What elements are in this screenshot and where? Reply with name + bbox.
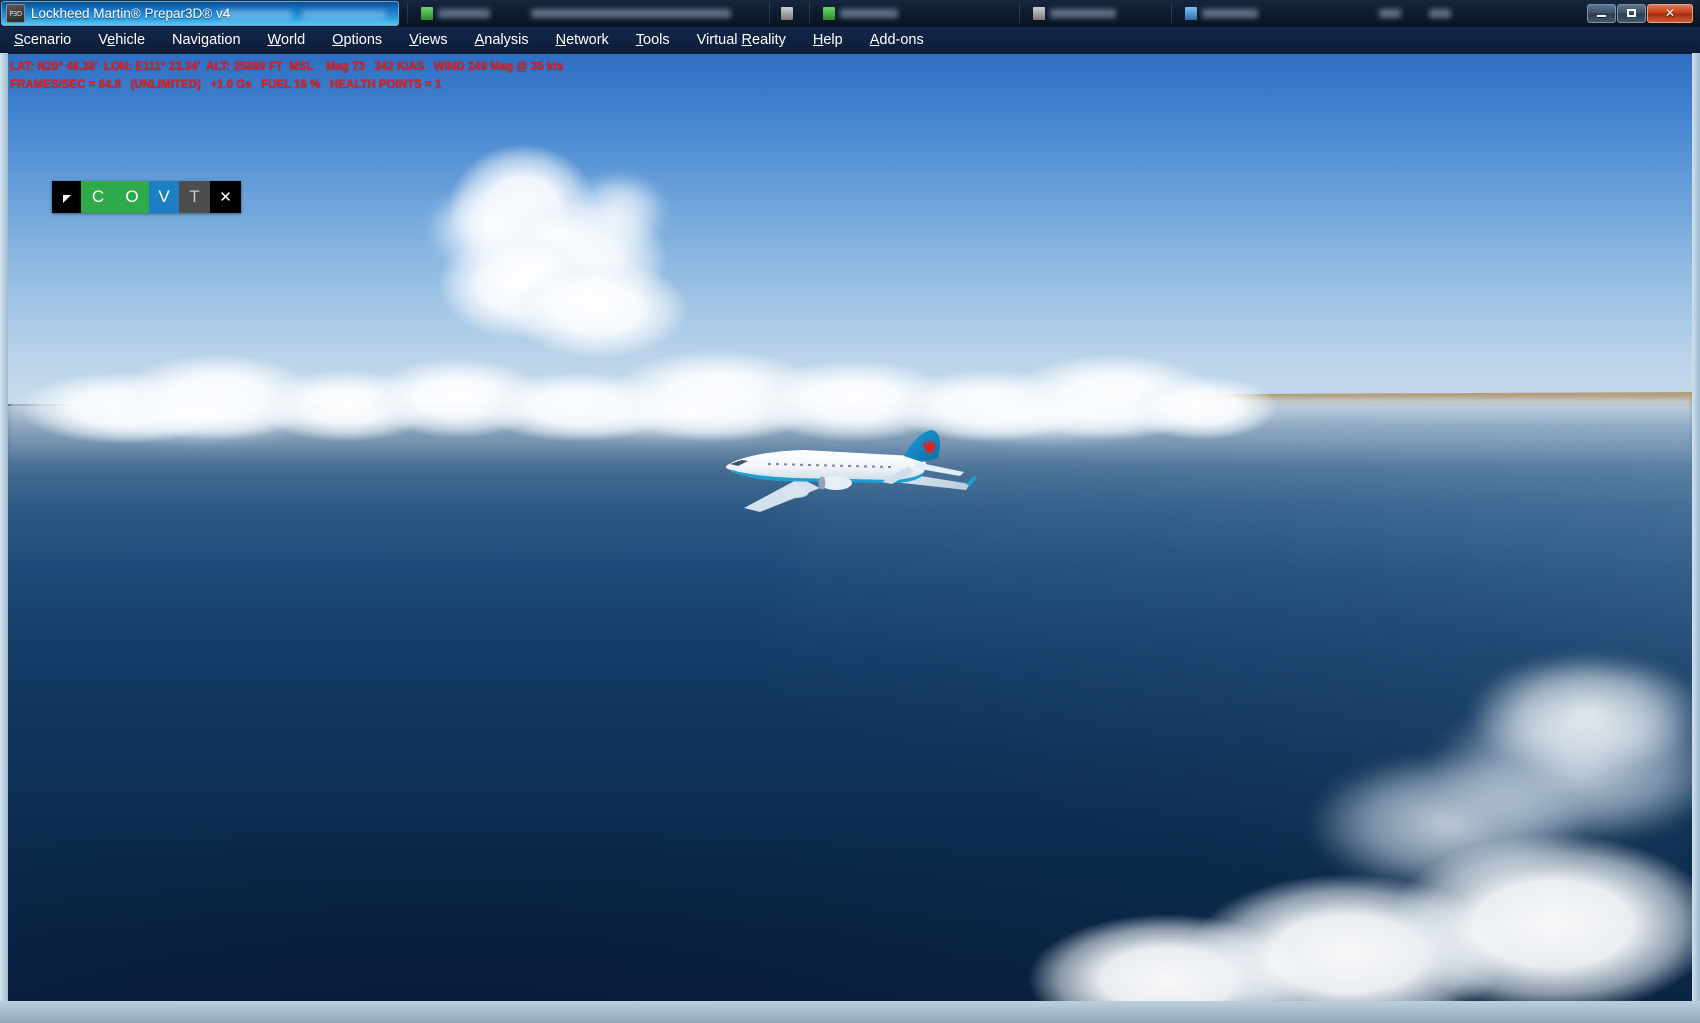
taskbar-divider-3: [809, 3, 810, 23]
engine-near-intake: [818, 476, 826, 490]
redacted-taskbar-text-2: [302, 10, 386, 19]
taskbar-item-8[interactable]: [1429, 6, 1451, 20]
taskbar-item-1[interactable]: [421, 6, 490, 20]
engine-far: [783, 486, 809, 498]
close-button[interactable]: ✕: [1647, 3, 1693, 23]
window-controls: ✕: [1586, 3, 1693, 23]
window-titlebar: P3D Lockheed Martin® Prepar3D® v4 ✕: [0, 0, 1700, 27]
sky-background: [8, 54, 1692, 404]
covt-drag-grip[interactable]: [52, 181, 81, 213]
covt-close-button[interactable]: ✕: [210, 181, 241, 213]
simulation-viewport[interactable]: LAT: N20° 48.38' LON: E111° 23.34' ALT: …: [8, 54, 1692, 1001]
menu-item-vehicle[interactable]: Vehicle: [98, 32, 145, 48]
aircraft-model: [726, 430, 977, 512]
menu-item-tools[interactable]: Tools: [636, 32, 670, 48]
green-app-icon: [421, 6, 433, 20]
taskbar-divider-2: [769, 3, 770, 23]
taskbar-item-6[interactable]: [1185, 6, 1258, 20]
redacted-label: [840, 8, 898, 18]
menu-item-virtual-reality[interactable]: Virtual Reality: [697, 32, 786, 48]
window-title: Lockheed Martin® Prepar3D® v4: [31, 6, 231, 21]
redacted-label: [1429, 8, 1451, 18]
covt-c-button[interactable]: C: [81, 181, 115, 213]
grey-app-icon: [781, 6, 793, 20]
menu-item-views[interactable]: Views: [409, 32, 447, 48]
minimize-button[interactable]: [1587, 3, 1616, 23]
close-icon: ✕: [1664, 6, 1676, 20]
menu-item-navigation[interactable]: Navigation: [172, 32, 241, 48]
taskbar-divider-4: [1019, 3, 1020, 23]
minimize-icon: [1597, 15, 1606, 17]
covt-t-button[interactable]: T: [179, 181, 210, 213]
taskbar-item-7[interactable]: [1379, 6, 1401, 20]
covt-toolbar[interactable]: C O V T ✕: [52, 181, 241, 213]
window-border-bottom: [0, 1001, 1700, 1023]
prepar3d-window: P3D Lockheed Martin® Prepar3D® v4 ✕ Scen…: [0, 0, 1700, 1023]
menu-item-network[interactable]: Network: [556, 32, 609, 48]
redacted-taskbar-text-1: [220, 10, 292, 19]
menu-item-world[interactable]: World: [268, 32, 306, 48]
menu-item-scenario[interactable]: Scenario: [14, 32, 71, 48]
taskbar-divider-5: [1171, 3, 1172, 23]
p3d-app-icon: P3D: [6, 4, 25, 23]
redacted-label: [1379, 8, 1401, 18]
menu-item-help[interactable]: Help: [813, 32, 843, 48]
covt-v-button[interactable]: V: [149, 181, 179, 213]
winglet: [966, 476, 977, 486]
covt-o-button[interactable]: O: [115, 181, 149, 213]
redacted-label: [438, 8, 490, 18]
taskbar-item-2[interactable]: [531, 6, 731, 20]
taskbar-strip: [399, 0, 1700, 27]
taskbar-active-window[interactable]: P3D Lockheed Martin® Prepar3D® v4: [1, 1, 399, 26]
taskbar-item-3[interactable]: [781, 6, 798, 20]
redacted-label: [1050, 8, 1116, 18]
window-border-right: [1692, 53, 1700, 1023]
drag-handle-icon: [62, 194, 71, 203]
taskbar-item-4[interactable]: [823, 6, 898, 20]
menu-item-add-ons[interactable]: Add-ons: [870, 32, 924, 48]
left-wing: [744, 478, 820, 512]
redacted-label: [1202, 8, 1258, 18]
window-border-left: [0, 53, 8, 1023]
taskbar-item-5[interactable]: [1033, 6, 1116, 20]
green-app-icon: [823, 6, 835, 20]
maximize-icon: [1627, 9, 1636, 17]
menu-bar: Scenario Vehicle Navigation World Option…: [0, 27, 1700, 53]
taskbar-divider-1: [407, 3, 408, 23]
blue-app-icon: [1185, 6, 1197, 20]
redacted-label: [531, 8, 731, 18]
menu-item-analysis[interactable]: Analysis: [475, 32, 529, 48]
menu-item-options[interactable]: Options: [332, 32, 382, 48]
maximize-button[interactable]: [1617, 3, 1646, 23]
grey-app-icon: [1033, 6, 1045, 20]
